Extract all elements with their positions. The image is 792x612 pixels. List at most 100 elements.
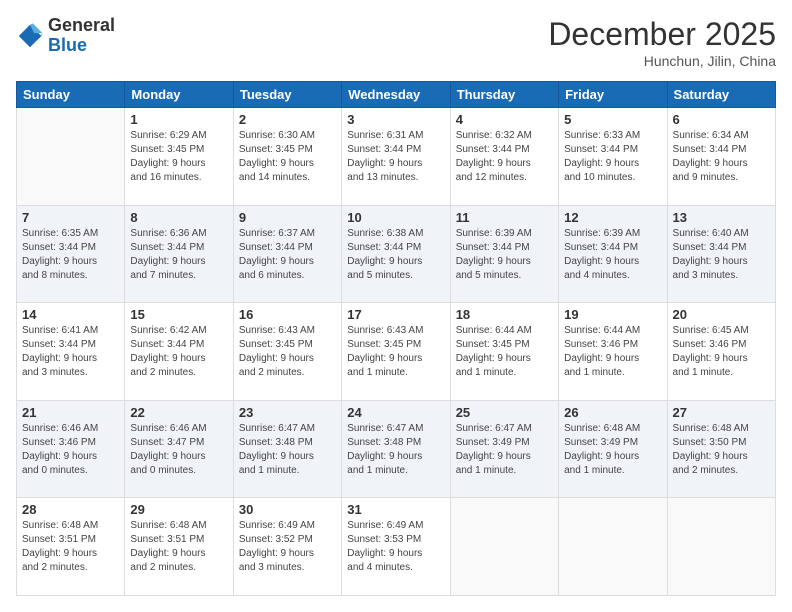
day-number: 21 [22,405,119,420]
calendar-cell: 13Sunrise: 6:40 AM Sunset: 3:44 PM Dayli… [667,205,775,303]
calendar-cell: 28 Sunrise: 6:48 AM Sunset: 3:51 PM Dayli… [17,498,125,596]
day-info: Sunrise: 6:44 AM Sunset: 3:45 PM Dayligh… [456,324,553,380]
calendar-cell: 29Sunrise: 6:48 AM Sunset: 3:51 PM Dayli… [125,498,233,596]
title-area: December 2025 Hunchun, Jilin, China [548,16,776,69]
day-number: 18 [456,307,553,322]
calendar-cell [17,108,125,206]
month-title: December 2025 [548,16,776,53]
weekday-header: Tuesday [233,82,341,108]
day-number: 30 [239,502,336,517]
day-info: Sunrise: 6:47 AM Sunset: 3:49 PM Dayligh… [456,422,553,478]
logo-blue: Blue [48,36,115,56]
calendar-cell: 5Sunrise: 6:33 AM Sunset: 3:44 PM Daylig… [559,108,667,206]
day-info: Sunrise: 6:35 AM Sunset: 3:44 PM Dayligh… [22,227,119,283]
day-number: 29 [130,502,227,517]
day-info: Sunrise: 6:47 AM Sunset: 3:48 PM Dayligh… [347,422,444,478]
day-info: Sunrise: 6:30 AM Sunset: 3:45 PM Dayligh… [239,129,336,185]
calendar-cell: 3Sunrise: 6:31 AM Sunset: 3:44 PM Daylig… [342,108,450,206]
day-number: 10 [347,210,444,225]
day-info: Sunrise: 6:29 AM Sunset: 3:45 PM Dayligh… [130,129,227,185]
location: Hunchun, Jilin, China [548,53,776,69]
calendar-week-row: 1 Sunrise: 6:29 AM Sunset: 3:45 PM Daylig… [17,108,776,206]
calendar-cell: 25 Sunrise: 6:47 AM Sunset: 3:49 PM Dayli… [450,400,558,498]
calendar-week-row: 14 Sunrise: 6:41 AM Sunset: 3:44 PM Dayli… [17,303,776,401]
day-info: Sunrise: 6:49 AM Sunset: 3:53 PM Dayligh… [347,519,444,575]
logo-icon [16,22,44,50]
calendar-cell: 14 Sunrise: 6:41 AM Sunset: 3:44 PM Dayli… [17,303,125,401]
day-number: 4 [456,112,553,127]
day-number: 25 [456,405,553,420]
calendar-cell: 31Sunrise: 6:49 AM Sunset: 3:53 PM Dayli… [342,498,450,596]
day-info: Sunrise: 6:46 AM Sunset: 3:46 PM Dayligh… [22,422,119,478]
day-number: 9 [239,210,336,225]
day-info: Sunrise: 6:46 AM Sunset: 3:47 PM Dayligh… [130,422,227,478]
day-number: 17 [347,307,444,322]
day-info: Sunrise: 6:48 AM Sunset: 3:51 PM Dayligh… [22,519,119,575]
weekday-header: Monday [125,82,233,108]
calendar-cell: 23 Sunrise: 6:47 AM Sunset: 3:48 PM Dayli… [233,400,341,498]
calendar-cell: 7 Sunrise: 6:35 AM Sunset: 3:44 PM Daylig… [17,205,125,303]
day-number: 1 [130,112,227,127]
calendar-cell: 8Sunrise: 6:36 AM Sunset: 3:44 PM Daylig… [125,205,233,303]
calendar-cell: 24Sunrise: 6:47 AM Sunset: 3:48 PM Dayli… [342,400,450,498]
calendar-week-row: 7 Sunrise: 6:35 AM Sunset: 3:44 PM Daylig… [17,205,776,303]
day-info: Sunrise: 6:37 AM Sunset: 3:44 PM Dayligh… [239,227,336,283]
calendar-cell: 27Sunrise: 6:48 AM Sunset: 3:50 PM Dayli… [667,400,775,498]
day-info: Sunrise: 6:43 AM Sunset: 3:45 PM Dayligh… [239,324,336,380]
calendar-cell: 17Sunrise: 6:43 AM Sunset: 3:45 PM Dayli… [342,303,450,401]
calendar-cell: 11 Sunrise: 6:39 AM Sunset: 3:44 PM Dayli… [450,205,558,303]
calendar-cell: 2 Sunrise: 6:30 AM Sunset: 3:45 PM Daylig… [233,108,341,206]
weekday-header: Friday [559,82,667,108]
day-number: 2 [239,112,336,127]
calendar-cell: 19 Sunrise: 6:44 AM Sunset: 3:46 PM Dayli… [559,303,667,401]
calendar-table: SundayMondayTuesdayWednesdayThursdayFrid… [16,81,776,596]
day-info: Sunrise: 6:49 AM Sunset: 3:52 PM Dayligh… [239,519,336,575]
day-info: Sunrise: 6:33 AM Sunset: 3:44 PM Dayligh… [564,129,661,185]
day-number: 14 [22,307,119,322]
calendar-cell: 21 Sunrise: 6:46 AM Sunset: 3:46 PM Dayli… [17,400,125,498]
calendar-cell: 22 Sunrise: 6:46 AM Sunset: 3:47 PM Dayli… [125,400,233,498]
calendar-cell [559,498,667,596]
calendar-cell: 6Sunrise: 6:34 AM Sunset: 3:44 PM Daylig… [667,108,775,206]
day-info: Sunrise: 6:39 AM Sunset: 3:44 PM Dayligh… [456,227,553,283]
day-info: Sunrise: 6:48 AM Sunset: 3:49 PM Dayligh… [564,422,661,478]
calendar-cell: 20Sunrise: 6:45 AM Sunset: 3:46 PM Dayli… [667,303,775,401]
day-number: 22 [130,405,227,420]
day-number: 15 [130,307,227,322]
day-number: 19 [564,307,661,322]
weekday-header: Sunday [17,82,125,108]
day-info: Sunrise: 6:47 AM Sunset: 3:48 PM Dayligh… [239,422,336,478]
day-info: Sunrise: 6:38 AM Sunset: 3:44 PM Dayligh… [347,227,444,283]
weekday-header: Saturday [667,82,775,108]
day-info: Sunrise: 6:31 AM Sunset: 3:44 PM Dayligh… [347,129,444,185]
day-info: Sunrise: 6:44 AM Sunset: 3:46 PM Dayligh… [564,324,661,380]
day-info: Sunrise: 6:39 AM Sunset: 3:44 PM Dayligh… [564,227,661,283]
day-number: 8 [130,210,227,225]
calendar-cell: 1 Sunrise: 6:29 AM Sunset: 3:45 PM Daylig… [125,108,233,206]
day-number: 26 [564,405,661,420]
day-info: Sunrise: 6:45 AM Sunset: 3:46 PM Dayligh… [673,324,770,380]
calendar-cell: 10 Sunrise: 6:38 AM Sunset: 3:44 PM Dayli… [342,205,450,303]
calendar-week-row: 21 Sunrise: 6:46 AM Sunset: 3:46 PM Dayli… [17,400,776,498]
calendar-week-row: 28 Sunrise: 6:48 AM Sunset: 3:51 PM Dayli… [17,498,776,596]
day-info: Sunrise: 6:32 AM Sunset: 3:44 PM Dayligh… [456,129,553,185]
day-number: 7 [22,210,119,225]
calendar-cell: 4 Sunrise: 6:32 AM Sunset: 3:44 PM Daylig… [450,108,558,206]
day-number: 23 [239,405,336,420]
header: General Blue December 2025 Hunchun, Jili… [16,16,776,69]
weekday-header-row: SundayMondayTuesdayWednesdayThursdayFrid… [17,82,776,108]
day-info: Sunrise: 6:34 AM Sunset: 3:44 PM Dayligh… [673,129,770,185]
logo-general: General [48,16,115,36]
logo-text: General Blue [48,16,115,56]
calendar-cell: 16Sunrise: 6:43 AM Sunset: 3:45 PM Dayli… [233,303,341,401]
day-number: 12 [564,210,661,225]
day-info: Sunrise: 6:40 AM Sunset: 3:44 PM Dayligh… [673,227,770,283]
calendar-cell: 30 Sunrise: 6:49 AM Sunset: 3:52 PM Dayli… [233,498,341,596]
day-number: 28 [22,502,119,517]
calendar-cell: 15 Sunrise: 6:42 AM Sunset: 3:44 PM Dayli… [125,303,233,401]
day-info: Sunrise: 6:48 AM Sunset: 3:50 PM Dayligh… [673,422,770,478]
day-number: 11 [456,210,553,225]
calendar-cell: 18 Sunrise: 6:44 AM Sunset: 3:45 PM Dayli… [450,303,558,401]
day-info: Sunrise: 6:41 AM Sunset: 3:44 PM Dayligh… [22,324,119,380]
day-info: Sunrise: 6:42 AM Sunset: 3:44 PM Dayligh… [130,324,227,380]
